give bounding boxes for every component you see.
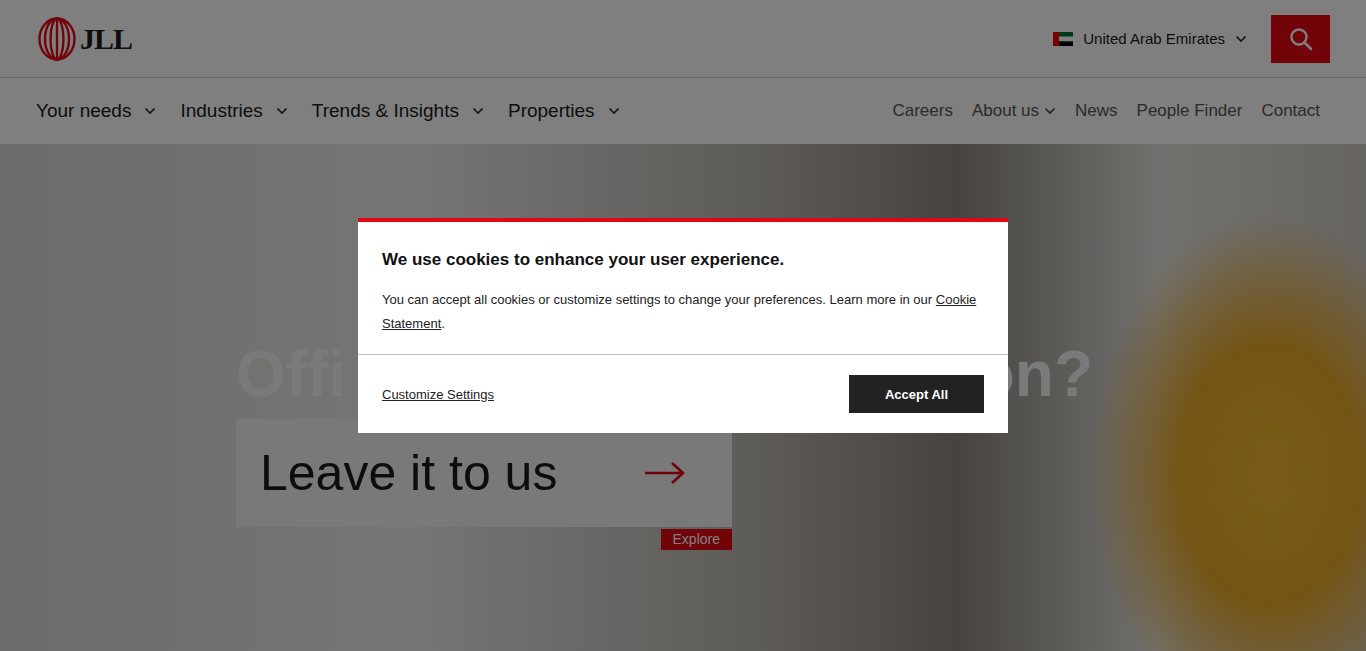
cookie-dialog: We use cookies to enhance your user expe… — [358, 218, 1008, 433]
dialog-text: You can accept all cookies or customize … — [382, 288, 984, 336]
dialog-title: We use cookies to enhance your user expe… — [382, 250, 984, 270]
customize-settings-link[interactable]: Customize Settings — [382, 387, 494, 402]
cookie-statement-link[interactable]: Cookie Statement — [382, 292, 976, 331]
accept-all-button[interactable]: Accept All — [849, 375, 984, 413]
dialog-actions: Customize Settings Accept All — [358, 355, 1008, 433]
modal-overlay: We use cookies to enhance your user expe… — [0, 0, 1366, 651]
page: JLLUnited Arab EmiratesYour needsIndustr… — [0, 0, 1366, 651]
dialog-body: We use cookies to enhance your user expe… — [358, 222, 1008, 355]
